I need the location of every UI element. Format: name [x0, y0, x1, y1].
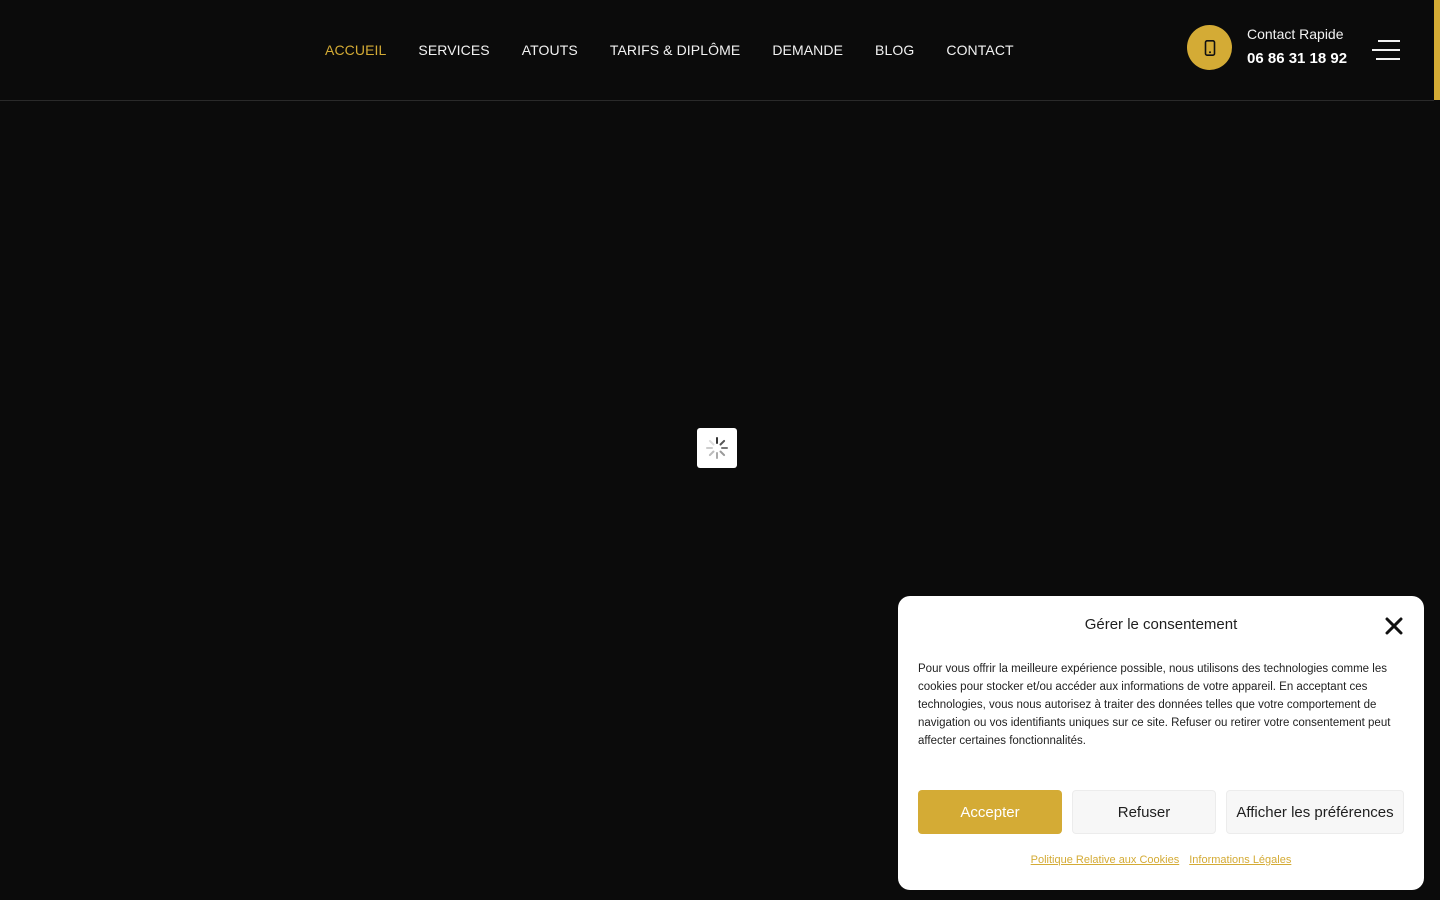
- cookie-consent-dialog: Gérer le consentement Pour vous offrir l…: [898, 596, 1424, 890]
- loading-spinner: [697, 428, 737, 468]
- nav-item-demande[interactable]: DEMANDE: [772, 42, 843, 58]
- hamburger-line-middle: [1372, 49, 1400, 51]
- nav-item-services[interactable]: SERVICES: [418, 42, 489, 58]
- nav-item-blog[interactable]: BLOG: [875, 42, 914, 58]
- contact-phone-number[interactable]: 06 86 31 18 92: [1247, 50, 1347, 67]
- nav-item-accueil[interactable]: ACCUEIL: [325, 42, 386, 58]
- legal-info-link[interactable]: Informations Légales: [1189, 854, 1291, 866]
- accept-button[interactable]: Accepter: [918, 790, 1062, 834]
- contact-label: Contact Rapide: [1247, 26, 1344, 42]
- scrollbar-thumb[interactable]: [1434, 0, 1440, 100]
- call-button[interactable]: [1187, 25, 1232, 70]
- hamburger-line-top: [1378, 40, 1400, 42]
- loading-spinner-icon: [706, 437, 728, 459]
- nav-item-contact[interactable]: CONTACT: [946, 42, 1013, 58]
- page-scrollbar[interactable]: [1434, 0, 1440, 900]
- main-nav: ACCUEIL SERVICES ATOUTS TARIFS & DIPLÔME…: [325, 42, 1046, 58]
- refuse-button[interactable]: Refuser: [1072, 790, 1216, 834]
- nav-item-tarifs-diplome[interactable]: TARIFS & DIPLÔME: [610, 42, 740, 58]
- mobile-phone-icon: [1204, 39, 1215, 56]
- close-icon[interactable]: [1384, 616, 1404, 636]
- hamburger-line-bottom: [1376, 58, 1400, 60]
- cookie-description: Pour vous offrir la meilleure expérience…: [918, 663, 1391, 747]
- site-header: ACCUEIL SERVICES ATOUTS TARIFS & DIPLÔME…: [0, 0, 1434, 101]
- hamburger-menu-icon[interactable]: [1372, 38, 1400, 62]
- cookie-links: Politique Relative aux Cookies Informati…: [898, 854, 1424, 866]
- cookie-policy-link[interactable]: Politique Relative aux Cookies: [1031, 854, 1180, 866]
- preferences-button[interactable]: Afficher les préférences: [1226, 790, 1404, 834]
- cookie-title: Gérer le consentement: [1084, 616, 1238, 633]
- nav-item-atouts[interactable]: ATOUTS: [522, 42, 578, 58]
